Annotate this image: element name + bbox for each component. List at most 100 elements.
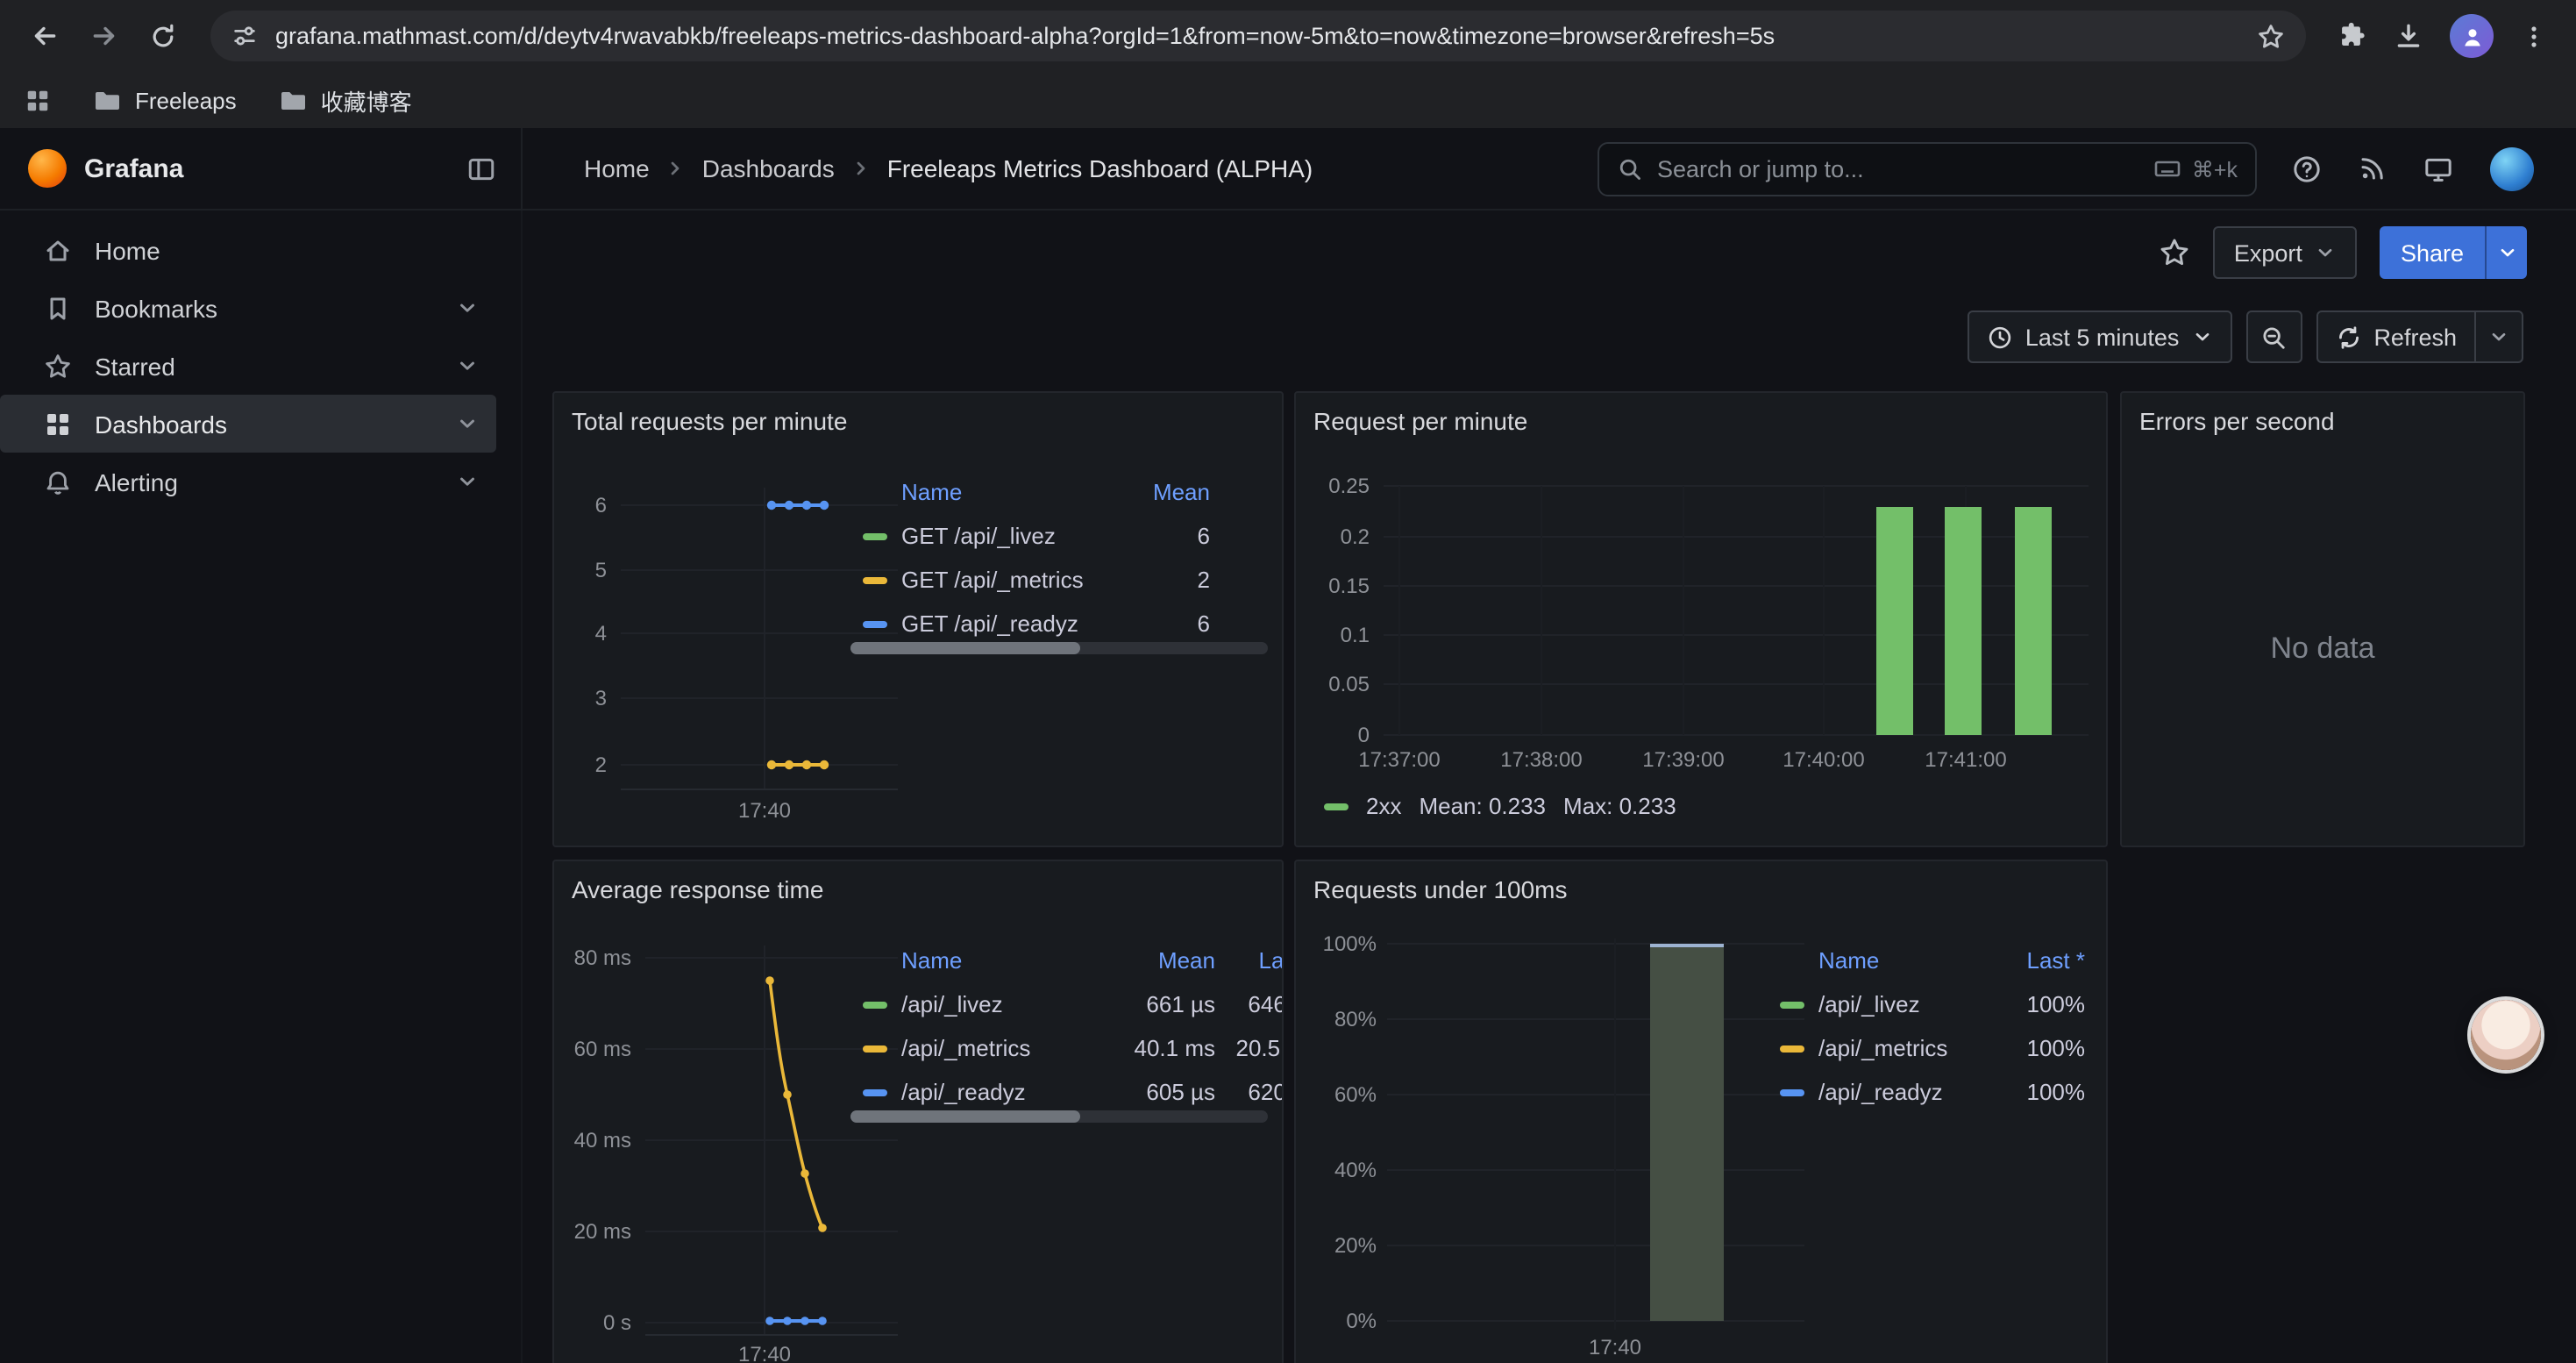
series-max: Max: 0.233 [1563, 793, 1676, 819]
y-tick-label: 0.05 [1328, 673, 1370, 696]
legend-row[interactable]: GET /api/_livez 6 [856, 514, 1210, 558]
sidebar-item-alerting[interactable]: Alerting [0, 453, 496, 510]
monitor-icon[interactable] [2423, 153, 2453, 183]
legend-row[interactable]: /api/_metrics 40.1 ms 20.5 ms [856, 1026, 1284, 1070]
series-metrics-line [765, 976, 827, 1232]
share-button[interactable]: Share [2380, 226, 2527, 279]
back-icon[interactable] [18, 10, 70, 62]
url-text[interactable]: grafana.mathmast.com/d/deytv4rwavabkb/fr… [275, 23, 2239, 49]
news-rss-icon[interactable] [2359, 154, 2387, 182]
site-settings-icon[interactable] [231, 23, 258, 49]
sidebar-item-bookmarks[interactable]: Bookmarks [0, 279, 496, 337]
scrollbar-thumb[interactable] [850, 1110, 1080, 1123]
y-tick-label: 0 s [603, 1311, 631, 1335]
legend-row[interactable]: /api/_livez 661 µs 646 µs [856, 982, 1284, 1026]
series-name[interactable]: GET /api/_readyz [901, 610, 1122, 637]
forward-icon[interactable] [77, 10, 130, 62]
legend-header-last[interactable]: Last * [1215, 947, 1284, 974]
grafana-user-avatar[interactable] [2490, 146, 2534, 190]
series-name[interactable]: /api/_livez [1818, 991, 1994, 1017]
series-color-icon [1324, 803, 1348, 810]
breadcrumb-separator-icon [665, 158, 687, 179]
scrollbar-thumb[interactable] [850, 642, 1080, 654]
series-name[interactable]: 2xx [1366, 793, 1401, 819]
sidebar-item-starred[interactable]: Starred [0, 337, 496, 395]
series-name[interactable]: /api/_metrics [901, 1035, 1089, 1061]
legend-header-last[interactable]: Last * [1994, 947, 2085, 974]
downloads-icon[interactable] [2394, 21, 2423, 51]
y-tick-label: 20 ms [574, 1220, 631, 1244]
legend-header-name[interactable]: Name [856, 479, 1122, 505]
bookmark-item[interactable]: Freeleaps [93, 86, 237, 114]
sidebar-item-dashboards[interactable]: Dashboards [0, 395, 496, 453]
bookmark-star-icon[interactable] [2257, 22, 2285, 50]
legend-scrollbar[interactable] [850, 642, 1268, 654]
chevron-down-icon[interactable] [456, 412, 479, 435]
bookmark-item[interactable]: 收藏博客 [279, 83, 412, 117]
refresh-button[interactable]: Refresh [2316, 310, 2523, 363]
reload-icon[interactable] [137, 10, 189, 62]
series-last: 100% [1994, 1079, 2085, 1105]
legend-scrollbar[interactable] [850, 1110, 1268, 1123]
series-color-icon [863, 1001, 887, 1008]
series-name[interactable]: /api/_metrics [1818, 1035, 1994, 1061]
refresh-label: Refresh [2373, 324, 2457, 350]
zoom-out-icon [2260, 324, 2287, 350]
panel-request-per-minute: Request per minute 0.25 0.2 0.15 0.1 0.0… [1294, 391, 2108, 847]
address-bar[interactable]: grafana.mathmast.com/d/deytv4rwavabkb/fr… [210, 11, 2306, 61]
time-range-label: Last 5 minutes [2025, 324, 2180, 350]
y-tick-label: 0.15 [1328, 574, 1370, 598]
y-tick-label: 60 ms [574, 1038, 631, 1061]
legend-row[interactable]: /api/_metrics 100% [1773, 1026, 2085, 1070]
x-tick-label: 17:40 [738, 1343, 791, 1363]
share-label[interactable]: Share [2380, 226, 2485, 279]
grafana-logo-icon[interactable] [28, 149, 67, 188]
y-tick-label: 80% [1334, 1008, 1377, 1031]
legend-row[interactable]: /api/_livez 100% [1773, 982, 2085, 1026]
search-box[interactable]: ⌘+k [1598, 141, 2257, 196]
share-menu-chevron-icon[interactable] [2485, 226, 2527, 279]
breadcrumb-home[interactable]: Home [584, 154, 650, 182]
favorite-star-icon[interactable] [2159, 237, 2190, 268]
sidebar-item-home[interactable]: Home [0, 221, 496, 279]
grafana-header-left: Grafana [0, 128, 523, 209]
legend-row[interactable]: /api/_readyz 100% [1773, 1070, 2085, 1114]
time-range-picker[interactable]: Last 5 minutes [1968, 310, 2232, 363]
extensions-icon[interactable] [2338, 21, 2367, 51]
refresh-interval-chevron-icon[interactable] [2474, 312, 2522, 361]
avg-response-time-chart[interactable]: 80 ms 60 ms 40 ms 20 ms 0 s 17:40 [554, 928, 905, 1363]
browser-menu-icon[interactable] [2520, 22, 2548, 50]
apps-grid-icon[interactable] [25, 87, 51, 113]
requests-under-100ms-chart[interactable]: 100% 80% 60% 40% 20% 0% 17:40 [1296, 928, 1822, 1363]
request-per-minute-chart[interactable]: 0.25 0.2 0.15 0.1 0.05 0 17:37:00 17:38:… [1296, 460, 2106, 775]
series-name[interactable]: /api/_readyz [1818, 1079, 1994, 1105]
legend-header-mean[interactable]: Mean [1122, 479, 1210, 505]
chevron-down-icon[interactable] [456, 470, 479, 493]
chevron-down-icon[interactable] [456, 296, 479, 319]
breadcrumb-dashboards[interactable]: Dashboards [702, 154, 835, 182]
series-name[interactable]: GET /api/_metrics [901, 567, 1122, 593]
series-name[interactable]: /api/_readyz [901, 1079, 1089, 1105]
series-bar-100pct [1650, 946, 1724, 1321]
bookmark-icon [44, 294, 72, 322]
zoom-out-button[interactable] [2245, 310, 2302, 363]
legend-row[interactable]: GET /api/_readyz 6 [856, 602, 1210, 646]
search-input[interactable] [1657, 155, 2139, 182]
export-button[interactable]: Export [2213, 226, 2357, 279]
chevron-down-icon[interactable] [456, 354, 479, 377]
legend-row[interactable]: GET /api/_metrics 2 [856, 558, 1210, 602]
legend-header-name[interactable]: Name [1773, 947, 1994, 974]
legend-header-name[interactable]: Name [856, 947, 1089, 974]
browser-profile-avatar[interactable] [2450, 14, 2494, 58]
series-name[interactable]: /api/_livez [901, 991, 1089, 1017]
help-icon[interactable] [2292, 153, 2322, 183]
legend-row[interactable]: /api/_readyz 605 µs 620 µs [856, 1070, 1284, 1114]
legend-header-mean[interactable]: Mean [1089, 947, 1215, 974]
assistant-avatar-widget[interactable] [2471, 1000, 2541, 1070]
series-color-icon [1780, 1001, 1804, 1008]
legend-row[interactable]: 2xx Mean: 0.233 Max: 0.233 [1324, 793, 1676, 819]
grafana-brand[interactable]: Grafana [84, 153, 449, 183]
sidebar-collapse-icon[interactable] [466, 153, 496, 183]
series-name[interactable]: GET /api/_livez [901, 523, 1122, 549]
y-tick-label: 0.1 [1341, 624, 1370, 647]
